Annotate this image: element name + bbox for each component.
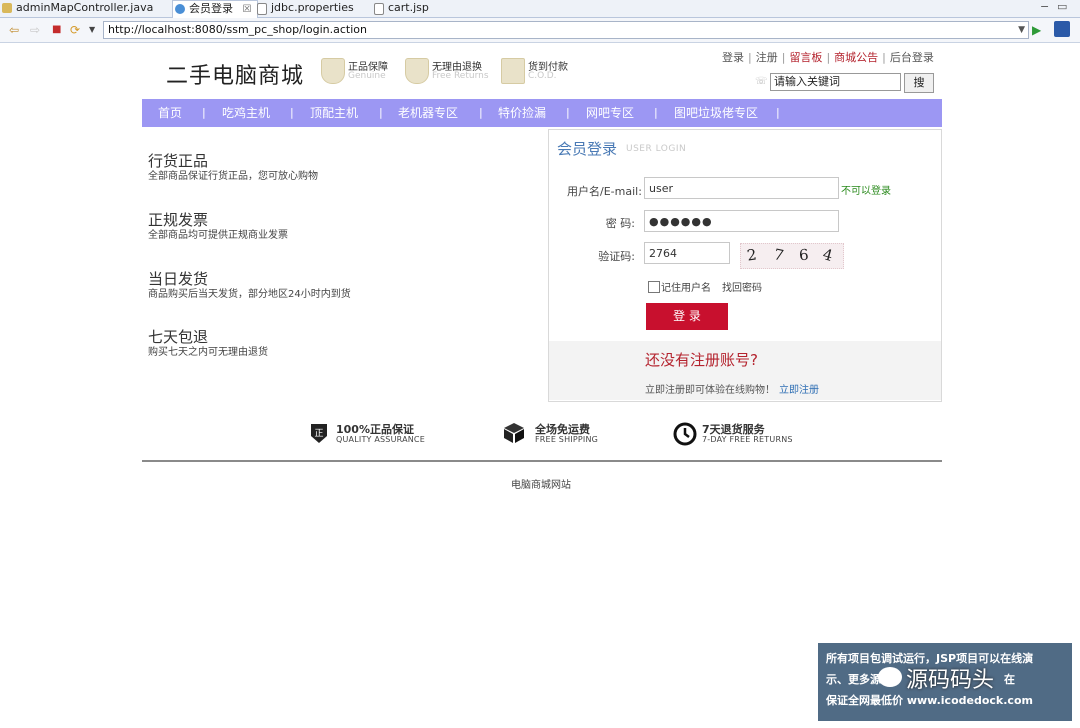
back-arrow-icon[interactable]: ⇦ bbox=[9, 23, 19, 37]
forgot-password-link[interactable]: 找回密码 bbox=[722, 279, 762, 294]
captcha-label: 验证码: bbox=[598, 250, 635, 263]
feature-invoice: 正规发票 全部商品均可提供正规商业发票 bbox=[148, 211, 288, 243]
link-admin-login[interactable]: 后台登录 bbox=[890, 49, 934, 65]
feature-title: 正规发票 bbox=[148, 211, 209, 229]
nav-bargains[interactable]: 特价捡漏 bbox=[498, 99, 546, 127]
site-logo[interactable]: 二手电脑商城 bbox=[166, 58, 304, 90]
password-input[interactable]: ●●●●●● bbox=[644, 210, 839, 232]
genuine-shield-icon: 正 bbox=[311, 424, 327, 443]
editor-tab-bar: adminMapController.java 会员登录 ☒ jdbc.prop… bbox=[0, 0, 1080, 18]
login-title-en: USER LOGIN bbox=[626, 144, 687, 154]
shield-icon bbox=[321, 58, 345, 84]
register-prompt: 立即注册即可体验在线购物！ bbox=[645, 385, 775, 396]
feature-same-day: 当日发货 商品购买后当天发货，部分地区24小时内到货 bbox=[148, 270, 351, 302]
divider: | bbox=[781, 51, 786, 64]
shield-icon bbox=[405, 58, 429, 84]
password-label: 密 码: bbox=[605, 217, 635, 230]
feature-seven-day-return: 七天包退 购买七天之内可无理由退货 bbox=[148, 328, 268, 360]
nav-gaming-pc[interactable]: 吃鸡主机 bbox=[222, 99, 270, 127]
url-input[interactable]: http://localhost:8080/ssm_pc_shop/login.… bbox=[103, 21, 1029, 39]
feature-title: 行货正品 bbox=[148, 152, 209, 170]
phone-icon: ☏ bbox=[755, 76, 768, 87]
divider: | bbox=[882, 51, 886, 64]
link-announcement[interactable]: 商城公告 bbox=[834, 49, 878, 65]
login-title: 会员登录 bbox=[557, 140, 618, 158]
refresh-icon[interactable]: ⟳ bbox=[70, 23, 80, 37]
divider: | bbox=[379, 106, 383, 119]
chevron-down-icon[interactable]: ▼ bbox=[89, 23, 95, 37]
plus-cross-icon bbox=[501, 58, 525, 84]
link-login[interactable]: 登录 bbox=[722, 49, 744, 65]
tab-cart-jsp[interactable]: cart.jsp bbox=[372, 0, 429, 16]
divider: | bbox=[202, 106, 206, 119]
footer-divider bbox=[142, 460, 942, 462]
forward-arrow-icon[interactable]: ⇨ bbox=[30, 23, 40, 37]
feature-desc: 商品购买后当天发货，部分地区24小时内到货 bbox=[148, 289, 351, 300]
remember-checkbox[interactable] bbox=[648, 281, 660, 293]
link-register[interactable]: 注册 bbox=[756, 49, 778, 65]
browser-toolbar: ⇦ ⇨ ■ ⟳ ▼ http://localhost:8080/ssm_pc_s… bbox=[0, 18, 1080, 43]
link-guestbook[interactable]: 留言板 bbox=[789, 49, 822, 65]
divider: | bbox=[479, 106, 483, 119]
stop-icon[interactable]: ■ bbox=[52, 23, 61, 37]
divider: | bbox=[566, 106, 570, 119]
close-tab-icon[interactable]: ☒ bbox=[243, 4, 252, 15]
divider: | bbox=[776, 106, 780, 119]
feature-desc: 全部商品保证行货正品，您可放心购物 bbox=[148, 171, 318, 182]
username-label: 用户名/E-mail: bbox=[567, 185, 642, 198]
watermark-brand: 源码码头 bbox=[906, 668, 995, 693]
search-button[interactable]: 搜 bbox=[904, 73, 934, 93]
svg-text:正: 正 bbox=[314, 429, 323, 439]
properties-file-icon bbox=[257, 3, 267, 15]
java-file-icon bbox=[2, 3, 12, 13]
search-input[interactable]: 请输入关键词 bbox=[770, 73, 901, 91]
footer-text: 电脑商城网站 bbox=[511, 480, 571, 491]
watermark-overlay: 所有项目包调试运行，JSP项目可以在线演 示、更多源 在 保证全网最低价 www… bbox=[818, 643, 1072, 721]
feature-title: 七天包退 bbox=[148, 328, 209, 346]
main-nav: 首页 | 吃鸡主机 | 顶配主机 | 老机器专区 | 特价捡漏 | 网吧专区 |… bbox=[142, 99, 942, 127]
username-input[interactable]: user bbox=[644, 177, 839, 199]
tab-jdbc-properties[interactable]: jdbc.properties bbox=[255, 0, 354, 16]
divider: | bbox=[826, 51, 831, 64]
nav-high-end-pc[interactable]: 顶配主机 bbox=[310, 99, 358, 127]
username-status: 不可以登录 bbox=[841, 186, 891, 197]
nav-old-machines[interactable]: 老机器专区 bbox=[398, 99, 458, 127]
feature-desc: 全部商品均可提供正规商业发票 bbox=[148, 230, 288, 241]
divider: | bbox=[290, 106, 294, 119]
captcha-input[interactable]: 2764 bbox=[644, 242, 730, 264]
go-play-icon[interactable]: ▶ bbox=[1032, 23, 1041, 37]
nav-home[interactable]: 首页 bbox=[158, 99, 182, 127]
open-external-icon[interactable] bbox=[1054, 21, 1070, 37]
top-links: 登录 | 注册 | 留言板 | 商城公告 | 后台登录 bbox=[722, 49, 934, 65]
tab-member-login[interactable]: 会员登录 ☒ bbox=[172, 0, 259, 18]
maximize-icon[interactable]: ▭ bbox=[1057, 0, 1067, 13]
no-account-heading: 还没有注册账号? bbox=[645, 351, 758, 369]
clock-icon bbox=[673, 422, 697, 446]
remember-label: 记住用户名 bbox=[661, 283, 711, 294]
chat-bubble-icon bbox=[878, 667, 902, 687]
minimize-icon[interactable]: − bbox=[1040, 0, 1049, 13]
feature-genuine: 行货正品 全部商品保证行货正品，您可放心购物 bbox=[148, 152, 318, 184]
nav-internet-cafe[interactable]: 网吧专区 bbox=[586, 99, 634, 127]
feature-desc: 购买七天之内可无理由退货 bbox=[148, 347, 268, 358]
jsp-file-icon bbox=[374, 3, 384, 15]
register-link[interactable]: 立即注册 bbox=[779, 381, 819, 396]
nav-budget-zone[interactable]: 图吧垃圾佬专区 bbox=[674, 99, 758, 127]
tab-admin-map-controller[interactable]: adminMapController.java bbox=[0, 0, 153, 16]
package-box-icon bbox=[504, 423, 524, 443]
browser-globe-icon bbox=[175, 4, 185, 14]
url-dropdown-icon[interactable]: ▼ bbox=[1018, 22, 1025, 38]
feature-title: 当日发货 bbox=[148, 270, 209, 288]
divider: | bbox=[748, 51, 752, 64]
captcha-image[interactable]: 2 7 6 4 bbox=[740, 243, 844, 269]
login-button[interactable]: 登 录 bbox=[646, 303, 728, 330]
divider: | bbox=[654, 106, 658, 119]
